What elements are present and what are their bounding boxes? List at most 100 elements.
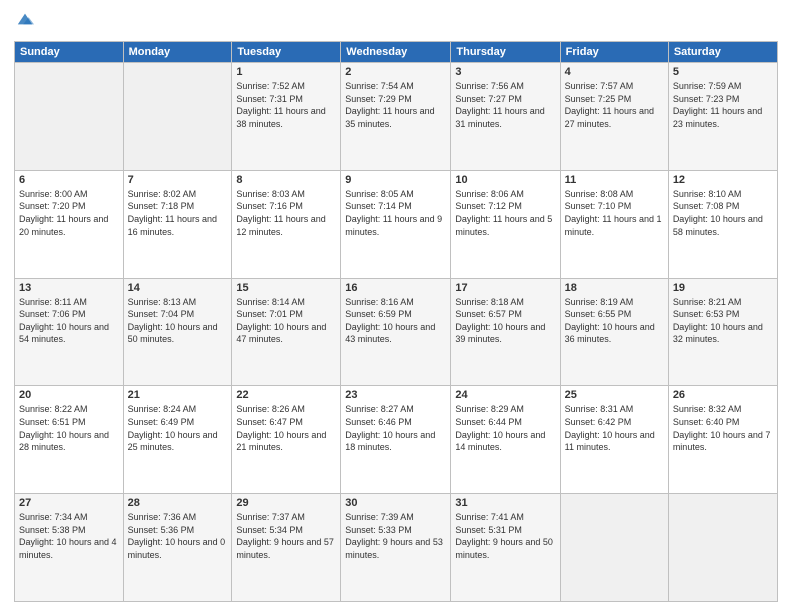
day-info: Sunrise: 8:24 AMSunset: 6:49 PMDaylight:… bbox=[128, 403, 228, 453]
day-info: Sunrise: 8:06 AMSunset: 7:12 PMDaylight:… bbox=[455, 188, 555, 238]
day-info: Sunrise: 8:29 AMSunset: 6:44 PMDaylight:… bbox=[455, 403, 555, 453]
calendar-cell: 13Sunrise: 8:11 AMSunset: 7:06 PMDayligh… bbox=[15, 278, 124, 386]
calendar-cell: 16 Sunrise: 8:16 AMSunset: 6:59 PMDayligh… bbox=[341, 278, 451, 386]
day-number: 5 bbox=[673, 66, 773, 78]
calendar-week-3: 13Sunrise: 8:11 AMSunset: 7:06 PMDayligh… bbox=[15, 278, 778, 386]
logo-block bbox=[14, 10, 38, 33]
day-number: 17 bbox=[455, 282, 555, 294]
day-info: Sunrise: 7:41 AMSunset: 5:31 PMDaylight:… bbox=[455, 511, 555, 561]
day-number: 22 bbox=[236, 389, 336, 401]
calendar-cell: 6Sunrise: 8:00 AMSunset: 7:20 PMDaylight… bbox=[15, 170, 124, 278]
day-info: Sunrise: 8:16 AMSunset: 6:59 PMDaylight:… bbox=[345, 296, 446, 346]
day-info: Sunrise: 8:08 AMSunset: 7:10 PMDaylight:… bbox=[565, 188, 664, 238]
day-header-tuesday: Tuesday bbox=[232, 42, 341, 63]
calendar-cell bbox=[15, 63, 124, 171]
calendar-cell: 12 Sunrise: 8:10 AMSunset: 7:08 PMDayligh… bbox=[668, 170, 777, 278]
calendar-week-4: 20 Sunrise: 8:22 AMSunset: 6:51 PMDayligh… bbox=[15, 386, 778, 494]
logo bbox=[14, 10, 38, 33]
calendar-cell: 3 Sunrise: 7:56 AMSunset: 7:27 PMDaylight… bbox=[451, 63, 560, 171]
calendar-cell bbox=[560, 494, 668, 602]
day-number: 1 bbox=[236, 66, 336, 78]
day-info: Sunrise: 8:13 AMSunset: 7:04 PMDaylight:… bbox=[128, 296, 228, 346]
day-info: Sunrise: 8:05 AMSunset: 7:14 PMDaylight:… bbox=[345, 188, 446, 238]
day-info: Sunrise: 7:39 AMSunset: 5:33 PMDaylight:… bbox=[345, 511, 446, 561]
day-number: 20 bbox=[19, 389, 119, 401]
day-number: 29 bbox=[236, 497, 336, 509]
calendar-cell: 14 Sunrise: 8:13 AMSunset: 7:04 PMDayligh… bbox=[123, 278, 232, 386]
calendar-cell: 27 Sunrise: 7:34 AMSunset: 5:38 PMDayligh… bbox=[15, 494, 124, 602]
calendar-cell: 4Sunrise: 7:57 AMSunset: 7:25 PMDaylight… bbox=[560, 63, 668, 171]
day-info: Sunrise: 7:34 AMSunset: 5:38 PMDaylight:… bbox=[19, 511, 119, 561]
calendar-header-row: SundayMondayTuesdayWednesdayThursdayFrid… bbox=[15, 42, 778, 63]
day-number: 7 bbox=[128, 174, 228, 186]
day-number: 14 bbox=[128, 282, 228, 294]
calendar-cell: 25Sunrise: 8:31 AMSunset: 6:42 PMDayligh… bbox=[560, 386, 668, 494]
calendar-cell: 8 Sunrise: 8:03 AMSunset: 7:16 PMDaylight… bbox=[232, 170, 341, 278]
calendar-cell: 29 Sunrise: 7:37 AMSunset: 5:34 PMDayligh… bbox=[232, 494, 341, 602]
calendar-week-5: 27 Sunrise: 7:34 AMSunset: 5:38 PMDayligh… bbox=[15, 494, 778, 602]
day-number: 6 bbox=[19, 174, 119, 186]
day-info: Sunrise: 8:14 AMSunset: 7:01 PMDaylight:… bbox=[236, 296, 336, 346]
day-info: Sunrise: 8:26 AMSunset: 6:47 PMDaylight:… bbox=[236, 403, 336, 453]
day-info: Sunrise: 7:57 AMSunset: 7:25 PMDaylight:… bbox=[565, 80, 664, 130]
day-number: 16 bbox=[345, 282, 446, 294]
calendar-week-1: 1 Sunrise: 7:52 AMSunset: 7:31 PMDaylight… bbox=[15, 63, 778, 171]
day-info: Sunrise: 7:37 AMSunset: 5:34 PMDaylight:… bbox=[236, 511, 336, 561]
calendar-cell: 1 Sunrise: 7:52 AMSunset: 7:31 PMDaylight… bbox=[232, 63, 341, 171]
day-number: 13 bbox=[19, 282, 119, 294]
day-number: 19 bbox=[673, 282, 773, 294]
calendar-week-2: 6Sunrise: 8:00 AMSunset: 7:20 PMDaylight… bbox=[15, 170, 778, 278]
day-info: Sunrise: 7:52 AMSunset: 7:31 PMDaylight:… bbox=[236, 80, 336, 130]
calendar-cell: 17 Sunrise: 8:18 AMSunset: 6:57 PMDayligh… bbox=[451, 278, 560, 386]
day-info: Sunrise: 8:31 AMSunset: 6:42 PMDaylight:… bbox=[565, 403, 664, 453]
day-info: Sunrise: 8:27 AMSunset: 6:46 PMDaylight:… bbox=[345, 403, 446, 453]
day-header-friday: Friday bbox=[560, 42, 668, 63]
day-info: Sunrise: 8:03 AMSunset: 7:16 PMDaylight:… bbox=[236, 188, 336, 238]
calendar-cell: 26Sunrise: 8:32 AMSunset: 6:40 PMDayligh… bbox=[668, 386, 777, 494]
calendar-cell: 24 Sunrise: 8:29 AMSunset: 6:44 PMDayligh… bbox=[451, 386, 560, 494]
logo-icon bbox=[16, 10, 34, 28]
day-info: Sunrise: 8:10 AMSunset: 7:08 PMDaylight:… bbox=[673, 188, 773, 238]
day-number: 24 bbox=[455, 389, 555, 401]
day-header-monday: Monday bbox=[123, 42, 232, 63]
calendar-cell: 19 Sunrise: 8:21 AMSunset: 6:53 PMDayligh… bbox=[668, 278, 777, 386]
calendar-cell: 22 Sunrise: 8:26 AMSunset: 6:47 PMDayligh… bbox=[232, 386, 341, 494]
header bbox=[14, 10, 778, 33]
day-header-wednesday: Wednesday bbox=[341, 42, 451, 63]
day-info: Sunrise: 8:18 AMSunset: 6:57 PMDaylight:… bbox=[455, 296, 555, 346]
calendar-cell bbox=[668, 494, 777, 602]
calendar-cell bbox=[123, 63, 232, 171]
day-number: 12 bbox=[673, 174, 773, 186]
day-header-sunday: Sunday bbox=[15, 42, 124, 63]
calendar-cell: 23 Sunrise: 8:27 AMSunset: 6:46 PMDayligh… bbox=[341, 386, 451, 494]
day-number: 27 bbox=[19, 497, 119, 509]
day-number: 30 bbox=[345, 497, 446, 509]
day-info: Sunrise: 8:02 AMSunset: 7:18 PMDaylight:… bbox=[128, 188, 228, 238]
day-info: Sunrise: 8:22 AMSunset: 6:51 PMDaylight:… bbox=[19, 403, 119, 453]
day-number: 3 bbox=[455, 66, 555, 78]
calendar-cell: 21 Sunrise: 8:24 AMSunset: 6:49 PMDayligh… bbox=[123, 386, 232, 494]
day-info: Sunrise: 7:54 AMSunset: 7:29 PMDaylight:… bbox=[345, 80, 446, 130]
day-number: 9 bbox=[345, 174, 446, 186]
day-number: 31 bbox=[455, 497, 555, 509]
day-number: 23 bbox=[345, 389, 446, 401]
day-number: 18 bbox=[565, 282, 664, 294]
day-number: 26 bbox=[673, 389, 773, 401]
calendar-cell: 31 Sunrise: 7:41 AMSunset: 5:31 PMDayligh… bbox=[451, 494, 560, 602]
day-number: 8 bbox=[236, 174, 336, 186]
calendar-cell: 10 Sunrise: 8:06 AMSunset: 7:12 PMDayligh… bbox=[451, 170, 560, 278]
calendar-cell: 7 Sunrise: 8:02 AMSunset: 7:18 PMDaylight… bbox=[123, 170, 232, 278]
day-info: Sunrise: 8:21 AMSunset: 6:53 PMDaylight:… bbox=[673, 296, 773, 346]
calendar-cell: 11Sunrise: 8:08 AMSunset: 7:10 PMDayligh… bbox=[560, 170, 668, 278]
day-info: Sunrise: 8:19 AMSunset: 6:55 PMDaylight:… bbox=[565, 296, 664, 346]
day-info: Sunrise: 7:56 AMSunset: 7:27 PMDaylight:… bbox=[455, 80, 555, 130]
calendar-cell: 2 Sunrise: 7:54 AMSunset: 7:29 PMDaylight… bbox=[341, 63, 451, 171]
day-number: 21 bbox=[128, 389, 228, 401]
calendar-cell: 9 Sunrise: 8:05 AMSunset: 7:14 PMDaylight… bbox=[341, 170, 451, 278]
calendar-cell: 18 Sunrise: 8:19 AMSunset: 6:55 PMDayligh… bbox=[560, 278, 668, 386]
day-number: 28 bbox=[128, 497, 228, 509]
day-header-thursday: Thursday bbox=[451, 42, 560, 63]
day-number: 2 bbox=[345, 66, 446, 78]
day-info: Sunrise: 7:36 AMSunset: 5:36 PMDaylight:… bbox=[128, 511, 228, 561]
day-number: 10 bbox=[455, 174, 555, 186]
